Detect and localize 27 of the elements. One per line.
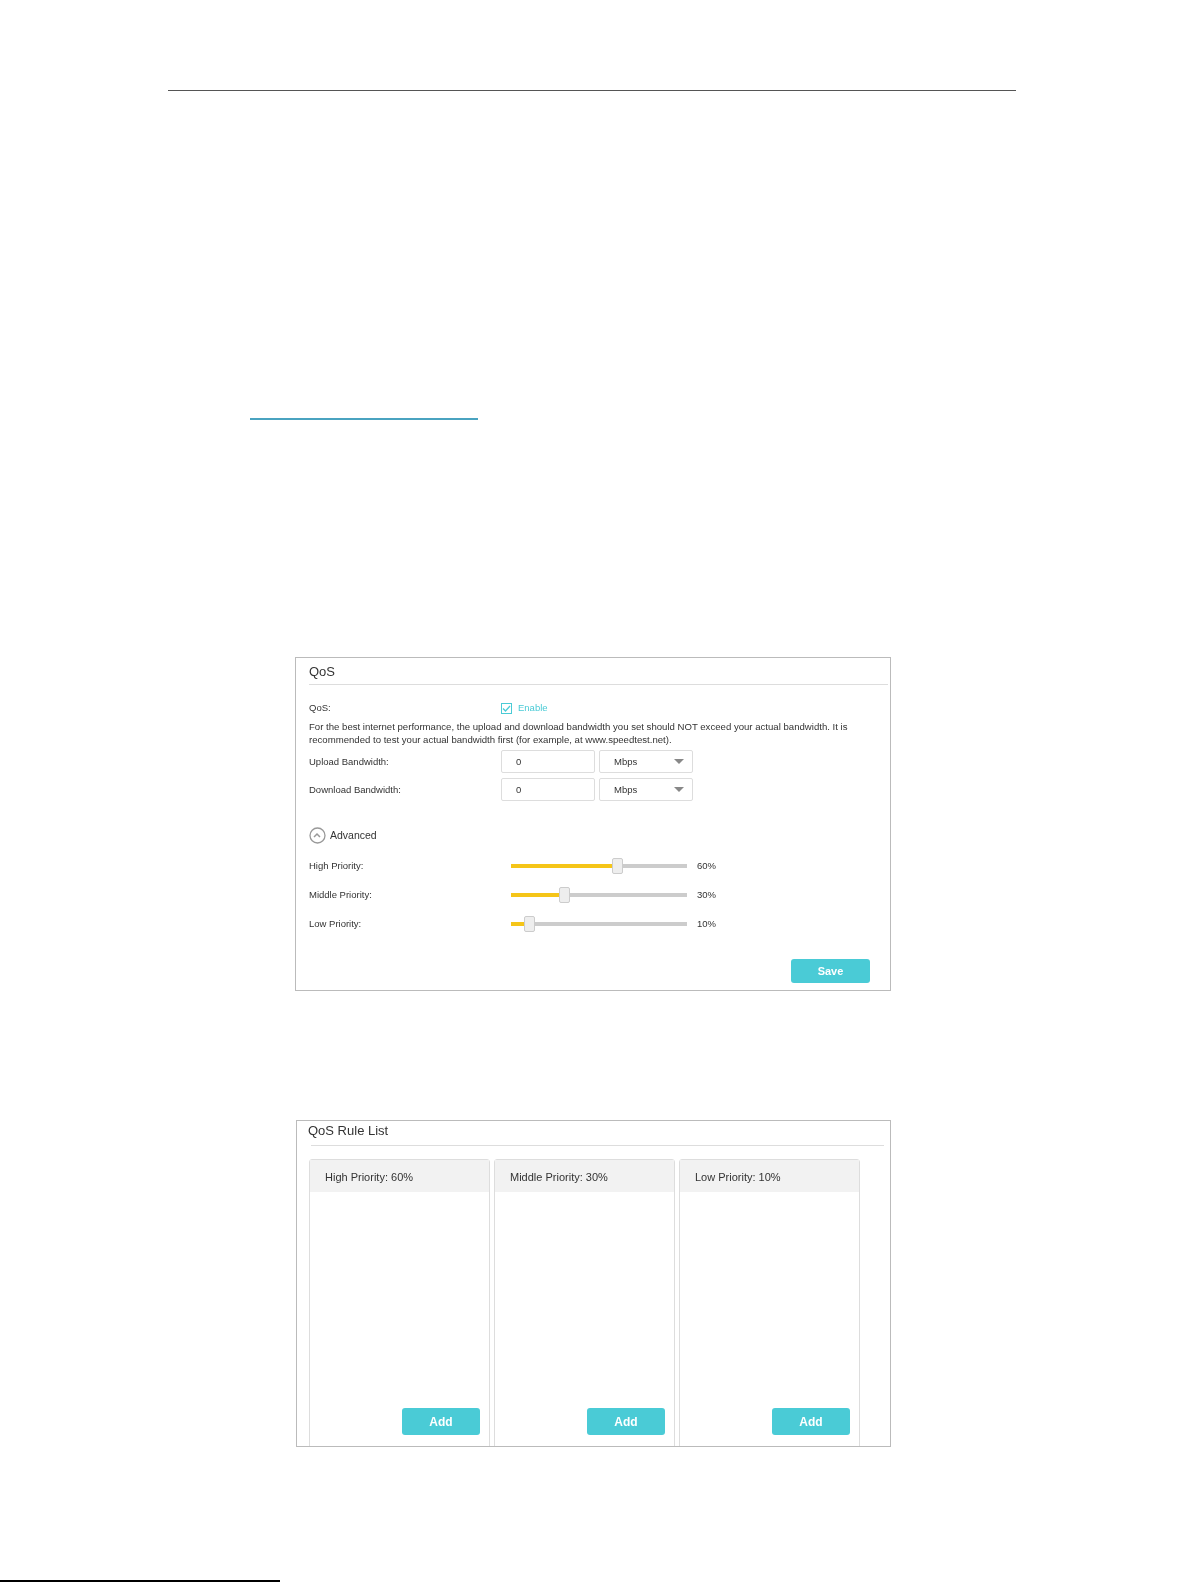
- description-text: For the best internet performance, the upload and download bandwidth you set should NOT exceed your actual bandwidth. It is recommended to test your actual bandwidth first (for example, at www.speedtest.net).: [309, 720, 849, 747]
- unit-dropdown[interactable]: Mbps: [599, 750, 693, 774]
- field-label: Download Bandwidth:: [309, 783, 401, 795]
- percent-value: 10%: [697, 916, 716, 931]
- slider-thumb[interactable]: [558, 886, 570, 903]
- circle-chevron-icon: [309, 827, 326, 845]
- slider-thumb[interactable]: [611, 857, 623, 874]
- panel-title: QoS: [309, 664, 336, 680]
- bandwidth-input[interactable]: 0: [501, 750, 595, 774]
- percent-value: 60%: [697, 858, 716, 873]
- bandwidth-input[interactable]: 0: [501, 778, 595, 802]
- field-label: Low Priority:: [309, 917, 362, 929]
- unit-dropdown[interactable]: Mbps: [599, 778, 693, 802]
- field-label: Middle Priority:: [309, 888, 372, 900]
- column-header: High Priority: 60%: [310, 1160, 489, 1192]
- field-label: High Priority:: [309, 859, 364, 871]
- field-label: QoS:: [309, 702, 331, 713]
- caret-icon: [674, 759, 684, 765]
- column-header: Low Priority: 10%: [680, 1160, 859, 1192]
- panel-title: QoS Rule List: [308, 1123, 390, 1139]
- field-label: Upload Bandwidth:: [309, 755, 389, 767]
- advanced-toggle[interactable]: Advanced: [309, 827, 377, 845]
- percent-value: 30%: [697, 887, 716, 902]
- column-header: Middle Priority: 30%: [495, 1160, 674, 1192]
- checkmark-icon: [502, 704, 511, 712]
- caret-icon: [674, 787, 684, 793]
- slider-thumb[interactable]: [523, 915, 535, 932]
